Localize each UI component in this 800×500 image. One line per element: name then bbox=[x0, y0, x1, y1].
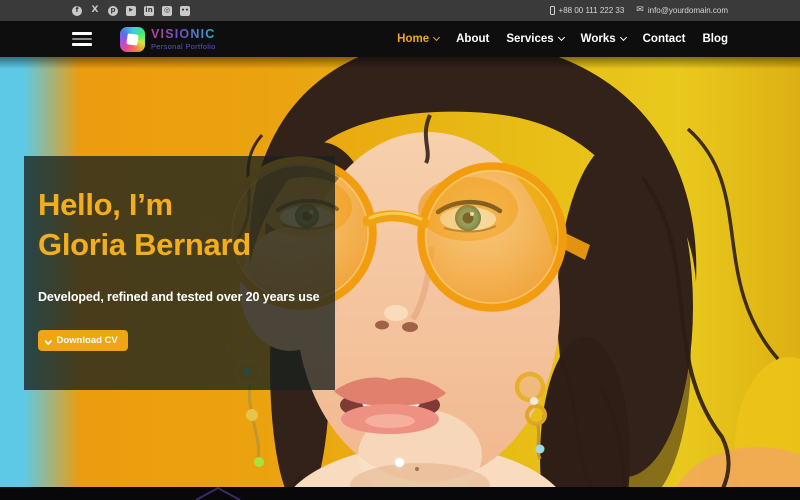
chevron-down-icon bbox=[620, 34, 627, 41]
youtube-icon[interactable]: ▶ bbox=[126, 6, 136, 16]
chevron-down-icon bbox=[558, 34, 565, 41]
chevron-down-icon bbox=[433, 34, 440, 41]
main-navigation: Home About Services Works Contact Blog bbox=[397, 33, 728, 45]
email-link[interactable]: ✉ info@yourdomain.com bbox=[636, 6, 728, 15]
brand-name: VISIONIC bbox=[151, 28, 216, 41]
carousel-dot-active[interactable] bbox=[395, 458, 404, 467]
hero-name: Gloria Bernard bbox=[38, 225, 321, 265]
nav-link-contact[interactable]: Contact bbox=[643, 33, 686, 45]
phone-link[interactable]: +88 00 111 222 33 bbox=[550, 6, 625, 15]
pinterest-icon[interactable]: p bbox=[108, 6, 118, 16]
brand-logo-icon bbox=[120, 27, 145, 52]
social-links: f X p ▶ in ◎ •• bbox=[72, 6, 190, 16]
download-cv-button[interactable]: Download CV bbox=[38, 330, 128, 351]
topbar-contact: +88 00 111 222 33 ✉ info@yourdomain.com bbox=[550, 6, 728, 15]
phone-number: +88 00 111 222 33 bbox=[559, 6, 625, 15]
topbar: f X p ▶ in ◎ •• +88 00 111 222 33 ✉ info… bbox=[0, 0, 800, 21]
double-chevron-down-icon bbox=[46, 338, 51, 344]
email-address: info@yourdomain.com bbox=[648, 6, 728, 15]
nav-link-about[interactable]: About bbox=[456, 33, 489, 45]
nav-link-blog[interactable]: Blog bbox=[702, 33, 728, 45]
nav-link-home[interactable]: Home bbox=[397, 33, 439, 45]
phone-icon bbox=[550, 6, 555, 15]
facebook-icon[interactable]: f bbox=[72, 6, 82, 16]
brand-tagline: Personal Portfolio bbox=[151, 43, 216, 51]
hero-title: Hello, I’m Gloria Bernard bbox=[38, 185, 321, 265]
instagram-icon[interactable]: ◎ bbox=[162, 6, 172, 16]
nav-link-services[interactable]: Services bbox=[506, 33, 563, 45]
hamburger-menu-icon[interactable] bbox=[72, 32, 92, 46]
navbar: VISIONIC Personal Portfolio Home About S… bbox=[0, 21, 800, 57]
x-twitter-icon[interactable]: X bbox=[90, 6, 100, 16]
brand-logo[interactable]: VISIONIC Personal Portfolio bbox=[120, 27, 216, 52]
hero-section: Hello, I’m Gloria Bernard Developed, ref… bbox=[0, 57, 800, 500]
hero-greeting: Hello, I’m bbox=[38, 185, 321, 225]
hero-subtitle: Developed, refined and tested over 20 ye… bbox=[38, 290, 321, 304]
envelope-icon: ✉ bbox=[636, 6, 644, 15]
flickr-icon[interactable]: •• bbox=[180, 6, 190, 16]
linkedin-icon[interactable]: in bbox=[144, 6, 154, 16]
hero-content-panel: Hello, I’m Gloria Bernard Developed, ref… bbox=[24, 156, 335, 390]
nav-link-works[interactable]: Works bbox=[581, 33, 626, 45]
